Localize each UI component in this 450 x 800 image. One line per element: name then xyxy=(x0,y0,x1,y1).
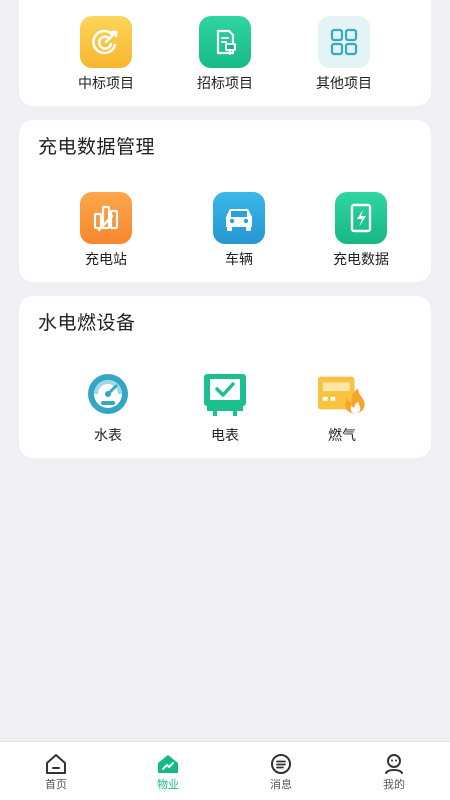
target-moon-icon xyxy=(80,16,132,68)
bar-chart-icon xyxy=(80,192,132,244)
utilities-title: 水电燃设备 xyxy=(38,312,136,334)
document-edit-icon xyxy=(199,16,251,68)
monitor-check-icon xyxy=(199,368,251,420)
gas-flame-icon xyxy=(316,368,368,420)
tab-home-label: 首页 xyxy=(45,778,67,791)
tab-messages[interactable]: 消息 xyxy=(225,742,337,800)
property-icon xyxy=(158,755,178,773)
tab-mine-label: 我的 xyxy=(383,778,405,791)
bid-won-projects-button[interactable]: 中标项目 xyxy=(51,16,161,96)
charging-data-button[interactable]: 充电数据 xyxy=(306,192,416,272)
electric-meter-button[interactable]: 电表 xyxy=(170,368,280,448)
charging-data-card: 充电数据管理 充电站 车辆 充电数据 xyxy=(19,120,431,282)
home-icon xyxy=(46,754,66,774)
gas-meter-label: 燃气 xyxy=(328,428,356,444)
charging-data-title: 充电数据管理 xyxy=(38,136,156,158)
water-meter-button[interactable]: 水表 xyxy=(53,368,163,448)
electric-meter-label: 电表 xyxy=(211,428,239,444)
gas-meter-button[interactable]: 燃气 xyxy=(287,368,397,448)
projects-card: 中标项目 招标项目 其他项目 xyxy=(19,0,431,106)
tender-projects-label: 招标项目 xyxy=(197,76,253,92)
vehicles-label: 车辆 xyxy=(225,252,253,268)
charging-station-button[interactable]: 充电站 xyxy=(51,192,161,272)
profile-icon xyxy=(385,754,403,774)
grid-apps-icon xyxy=(318,16,370,68)
other-projects-label: 其他项目 xyxy=(316,76,372,92)
other-projects-button[interactable]: 其他项目 xyxy=(289,16,399,96)
tab-mine[interactable]: 我的 xyxy=(338,742,450,800)
bid-won-projects-label: 中标项目 xyxy=(78,76,134,92)
gauge-icon xyxy=(82,368,134,420)
water-meter-label: 水表 xyxy=(94,428,122,444)
tender-projects-button[interactable]: 招标项目 xyxy=(170,16,280,96)
tab-home[interactable]: 首页 xyxy=(0,742,112,800)
car-icon xyxy=(213,192,265,244)
utilities-card: 水电燃设备 水表 电表 燃气 xyxy=(19,296,431,458)
tab-messages-label: 消息 xyxy=(270,778,292,791)
battery-charge-icon xyxy=(335,192,387,244)
vehicles-button[interactable]: 车辆 xyxy=(184,192,294,272)
bottom-tab-bar: 首页 物业 消息 我的 xyxy=(0,741,450,800)
message-icon xyxy=(271,754,291,774)
tab-property[interactable]: 物业 xyxy=(112,742,224,800)
charging-data-label: 充电数据 xyxy=(333,252,389,268)
charging-station-label: 充电站 xyxy=(85,252,127,268)
tab-property-label: 物业 xyxy=(157,778,179,791)
